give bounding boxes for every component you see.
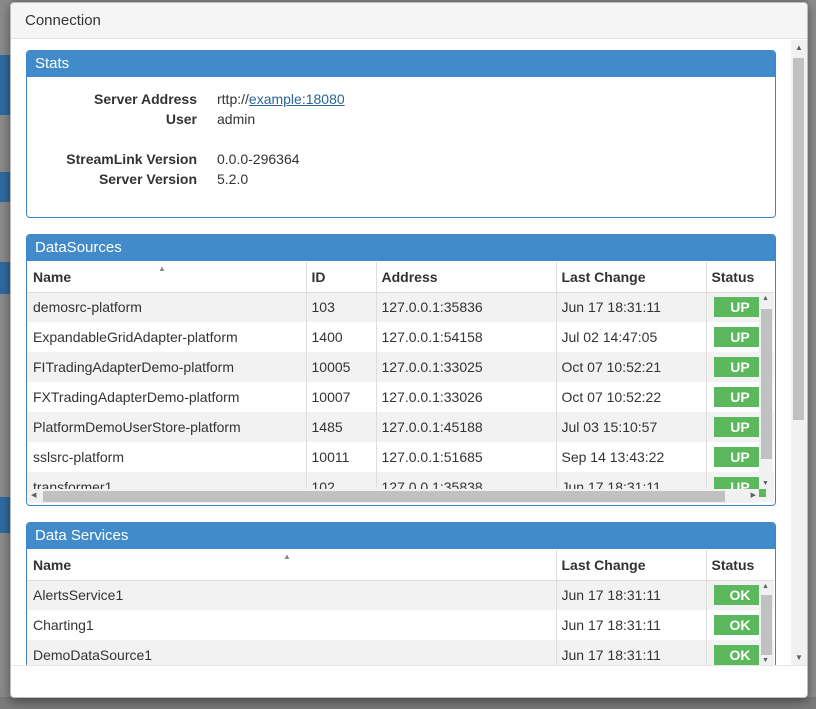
- scroll-right-icon[interactable]: ▶: [751, 491, 756, 499]
- stats-label: StreamLink Version: [66, 151, 197, 167]
- background-app-right: [808, 0, 816, 709]
- table-row[interactable]: Charting1 Jun 17 18:31:11 OK: [28, 610, 774, 640]
- datasource-address: 127.0.0.1:54158: [376, 322, 557, 352]
- dataservice-name: Charting1: [28, 610, 557, 640]
- datasource-address: 127.0.0.1:45188: [376, 412, 557, 442]
- table-row[interactable]: AlertsService1 Jun 17 18:31:11 OK: [28, 580, 774, 610]
- table-row[interactable]: sslsrc-platform 10011 127.0.0.1:51685 Sep 1…: [28, 442, 774, 472]
- dataservice-last-change: Jun 17 18:31:11: [556, 610, 707, 640]
- datasource-last-change: Jun 17 18:31:11: [556, 292, 707, 322]
- dialog-vertical-scrollbar[interactable]: ▲ ▼: [791, 40, 807, 666]
- dataservice-last-change: Jun 17 18:31:11: [556, 580, 707, 610]
- scroll-down-icon[interactable]: ▼: [795, 653, 803, 662]
- scrollbar-thumb[interactable]: [43, 491, 725, 502]
- dialog-body: Stats Server Address rttp://example:1808…: [11, 40, 807, 666]
- stats-value: 5.2.0: [217, 171, 249, 187]
- stats-heading: Stats: [27, 51, 775, 77]
- stats-panel: Stats Server Address rttp://example:1808…: [26, 50, 776, 218]
- sort-ascending-icon: ▲: [283, 552, 291, 561]
- datasources-heading: DataSources: [27, 235, 775, 261]
- dialog-title: Connection: [11, 3, 807, 39]
- scroll-down-icon[interactable]: ▼: [762, 657, 769, 664]
- stats-label: Server Address: [94, 91, 197, 107]
- dataservice-last-change: Jun 17 18:31:11: [556, 640, 707, 666]
- column-header-last-change[interactable]: Last Change: [556, 262, 707, 293]
- server-address-link[interactable]: example:18080: [249, 91, 345, 107]
- dataservice-name: AlertsService1: [28, 580, 557, 610]
- datasource-name: sslsrc-platform: [28, 442, 307, 472]
- column-header-last-change[interactable]: Last Change: [556, 550, 707, 581]
- scrollbar-thumb[interactable]: [761, 309, 772, 459]
- datasource-address: 127.0.0.1:33025: [376, 352, 557, 382]
- dataservices-grid: Name ▲ Last Change Status AlertsService1 J…: [28, 550, 774, 666]
- datasource-id: 1485: [306, 412, 377, 442]
- dataservices-vertical-scrollbar[interactable]: ▲ ▼: [759, 581, 773, 666]
- datasource-last-change: Oct 07 10:52:21: [556, 352, 707, 382]
- table-row[interactable]: ExpandableGridAdapter-platform 1400 127.0.…: [28, 322, 774, 352]
- dataservices-heading: Data Services: [27, 523, 775, 549]
- column-header-name[interactable]: Name ▲: [28, 262, 307, 293]
- dialog-footer: [11, 665, 807, 697]
- table-row[interactable]: demosrc-platform 103 127.0.0.1:35836 Jun 17…: [28, 292, 774, 322]
- sort-ascending-icon: ▲: [158, 264, 166, 273]
- column-header-status[interactable]: Status: [706, 550, 774, 581]
- datasource-name: FXTradingAdapterDemo-platform: [28, 382, 307, 412]
- datasource-id: 1400: [306, 322, 377, 352]
- datasource-name: ExpandableGridAdapter-platform: [28, 322, 307, 352]
- scroll-up-icon[interactable]: ▲: [762, 583, 769, 590]
- datasource-address: 127.0.0.1:33026: [376, 382, 557, 412]
- table-row[interactable]: DemoDataSource1 Jun 17 18:31:11 OK: [28, 640, 774, 666]
- column-header-id[interactable]: ID: [306, 262, 377, 293]
- connection-dialog: Connection Stats Server Address rttp://e…: [10, 2, 808, 698]
- datasource-last-change: Sep 14 13:43:22: [556, 442, 707, 472]
- stats-value: admin: [217, 111, 256, 127]
- datasource-last-change: Jul 02 14:47:05: [556, 322, 707, 352]
- table-row[interactable]: PlatformDemoUserStore-platform 1485 127.0.…: [28, 412, 774, 442]
- scrollbar-thumb[interactable]: [793, 58, 804, 420]
- dataservices-panel: Data Services Name ▲ Last Change Status A…: [26, 522, 776, 666]
- scrollbar-thumb[interactable]: [761, 595, 772, 655]
- column-header-address[interactable]: Address: [376, 262, 557, 293]
- scroll-down-icon[interactable]: ▼: [762, 480, 769, 487]
- datasource-name: PlatformDemoUserStore-platform: [28, 412, 307, 442]
- datasource-id: 103: [306, 292, 377, 322]
- datasource-id: 10011: [306, 442, 377, 472]
- column-header-status[interactable]: Status: [706, 262, 774, 293]
- datasources-horizontal-scrollbar[interactable]: ◀ ▶: [28, 489, 759, 503]
- datasource-name: demosrc-platform: [28, 292, 307, 322]
- datasource-last-change: Jul 03 15:10:57: [556, 412, 707, 442]
- datasources-panel: DataSources Name ▲ ID Address Last Change…: [26, 234, 776, 506]
- datasource-name: FITradingAdapterDemo-platform: [28, 352, 307, 382]
- datasource-id: 10007: [306, 382, 377, 412]
- datasource-address: 127.0.0.1:51685: [376, 442, 557, 472]
- datasources-vertical-scrollbar[interactable]: ▲ ▼: [759, 293, 773, 489]
- stats-label: User: [165, 111, 197, 127]
- column-header-name[interactable]: Name ▲: [28, 550, 557, 581]
- datasource-id: 10005: [306, 352, 377, 382]
- datasource-last-change: Oct 07 10:52:22: [556, 382, 707, 412]
- stats-value: 0.0.0-296364: [217, 151, 300, 167]
- stats-value: rttp://example:18080: [217, 91, 345, 107]
- scroll-left-icon[interactable]: ◀: [31, 491, 36, 499]
- datasource-address: 127.0.0.1:35836: [376, 292, 557, 322]
- datasources-grid: Name ▲ ID Address Last Change Status demo…: [28, 262, 774, 504]
- table-row[interactable]: FITradingAdapterDemo-platform 10005 127.0.…: [28, 352, 774, 382]
- background-app-bottom: [0, 697, 816, 709]
- stats-label: Server Version: [98, 171, 197, 187]
- dataservice-name: DemoDataSource1: [28, 640, 557, 666]
- table-row[interactable]: FXTradingAdapterDemo-platform 10007 127.0.…: [28, 382, 774, 412]
- scroll-up-icon[interactable]: ▲: [762, 295, 769, 302]
- scroll-up-icon[interactable]: ▲: [795, 43, 803, 52]
